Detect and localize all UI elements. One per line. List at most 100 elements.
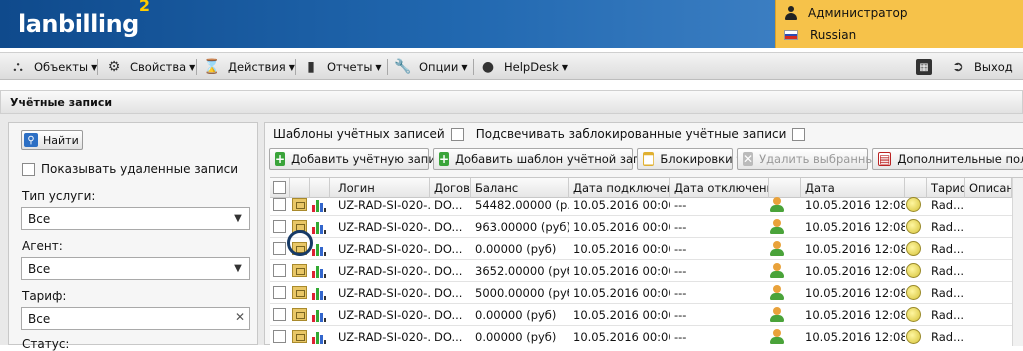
tariff-select[interactable]: Все ✕ xyxy=(21,307,250,330)
user-status-icon xyxy=(770,197,784,213)
app-logo: lanbilling2 xyxy=(18,0,150,38)
statistics-icon[interactable] xyxy=(312,330,326,344)
grid-options: Шаблоны учётных записей Подсвечивать заб… xyxy=(273,125,817,143)
gear-icon: ⚙ xyxy=(107,59,121,75)
cell-disconnected: --- xyxy=(674,264,687,278)
grid-scrollbar[interactable] xyxy=(1012,178,1023,346)
statistics-icon[interactable] xyxy=(312,198,326,212)
statistics-icon[interactable] xyxy=(312,220,326,234)
add-template-button[interactable]: + Добавить шаблон учётной записи xyxy=(433,148,662,170)
accounts-grid: Логин Догово Баланс Дата подключения Дат… xyxy=(270,177,1023,346)
row-checkbox[interactable] xyxy=(273,264,286,277)
cell-balance: 54482.00000 (р... xyxy=(475,198,569,212)
table-row[interactable]: UZ-RAD-SI-020-... DO... 3652.00000 (руб) 10… xyxy=(270,260,1023,282)
cell-date: 10.05.2016 12:08 xyxy=(805,330,905,344)
highlight-blocked-label: Подсвечивать заблокированные учётные зап… xyxy=(475,127,787,141)
table-row[interactable]: UZ-RAD-SI-020-... DO... 54482.00000 (р... 1… xyxy=(270,194,1023,216)
russia-flag-icon xyxy=(784,30,798,40)
table-row[interactable]: UZ-RAD-SI-020-... DO... 0.00000 (руб) 10.05… xyxy=(270,304,1023,326)
cell-connected: 10.05.2016 00:00 xyxy=(573,286,670,300)
user-menu[interactable]: Администратор xyxy=(784,6,908,20)
row-checkbox[interactable] xyxy=(273,286,286,299)
cell-connected: 10.05.2016 00:00 xyxy=(573,220,670,234)
exit-button[interactable]: ➲ Выход xyxy=(950,53,1013,81)
row-checkbox[interactable] xyxy=(273,308,286,321)
floppy-icon: ▦ xyxy=(916,59,932,75)
table-row[interactable]: UZ-RAD-SI-020-... DO... 0.00000 (руб) 10.05… xyxy=(270,238,1023,260)
save-icon-button[interactable]: ▦ xyxy=(916,53,940,81)
menu-divider xyxy=(473,59,474,75)
extra-fields-button[interactable]: ▤ Дополнительные поля xyxy=(872,148,1023,170)
cell-tariff: Rad... xyxy=(931,220,965,234)
blocks-button[interactable]: ■Блокировки▼ xyxy=(637,148,743,170)
account-card-icon[interactable] xyxy=(292,198,307,211)
account-card-icon[interactable] xyxy=(292,264,307,277)
menu-helpdesk[interactable]: ● HelpDesk ▼ xyxy=(480,53,568,81)
row-checkbox[interactable] xyxy=(273,220,286,233)
tariff-icon xyxy=(906,329,921,344)
row-checkbox[interactable] xyxy=(273,330,286,343)
cell-login: UZ-RAD-SI-020-... xyxy=(338,308,430,322)
menu-properties[interactable]: ⚙ Свойства ▼ xyxy=(106,53,196,81)
show-deleted-toggle[interactable]: Показывать удаленные записи xyxy=(22,162,238,176)
plus-icon: + xyxy=(439,152,450,166)
delete-selected-button[interactable]: ✕ Удалить выбранные xyxy=(737,148,882,170)
statistics-icon[interactable] xyxy=(312,308,326,322)
show-deleted-checkbox[interactable] xyxy=(22,162,35,176)
cell-tariff: Rad... xyxy=(931,286,965,300)
cell-connected: 10.05.2016 00:00 xyxy=(573,330,670,344)
cell-disconnected: --- xyxy=(674,242,687,256)
menu-divider xyxy=(295,59,296,75)
statistics-icon[interactable] xyxy=(312,242,326,256)
cell-disconnected: --- xyxy=(674,308,687,322)
highlight-blocked-checkbox[interactable] xyxy=(792,127,806,141)
account-card-icon[interactable] xyxy=(292,308,307,321)
plus-icon: + xyxy=(275,152,286,166)
user-status-icon xyxy=(770,241,784,257)
table-row[interactable]: UZ-RAD-SI-020-... DO... 5000.00000 (руб) 10… xyxy=(270,282,1023,304)
menu-divider xyxy=(196,59,197,75)
menu-options[interactable]: 🔧 Опции ▼ xyxy=(394,53,467,81)
clear-icon[interactable]: ✕ xyxy=(235,310,245,324)
menu-objects[interactable]: ⛬ Объекты ▼ xyxy=(10,53,97,81)
cell-login: UZ-RAD-SI-020-... xyxy=(338,286,430,300)
agent-label: Агент: xyxy=(22,239,63,253)
cell-balance: 3652.00000 (руб) xyxy=(475,264,569,278)
tariff-icon xyxy=(906,219,921,234)
tariff-icon xyxy=(906,197,921,212)
agent-select[interactable]: Все ▼ xyxy=(21,257,250,280)
cell-balance: 0.00000 (руб) xyxy=(475,308,557,322)
statistics-icon[interactable] xyxy=(312,286,326,300)
service-type-label: Тип услуги: xyxy=(22,189,96,203)
page-title: Учётные записи xyxy=(0,90,1023,114)
menu-actions[interactable]: ⌛ Действия ▼ xyxy=(203,53,295,81)
cell-contract: DO... xyxy=(434,308,463,322)
table-row[interactable]: UZ-RAD-SI-020-... DO... 963.00000 (руб) 10.… xyxy=(270,216,1023,238)
service-type-select[interactable]: Все ▼ xyxy=(21,207,250,230)
templates-checkbox[interactable] xyxy=(450,127,464,141)
menu-reports[interactable]: ▮ Отчеты ▼ xyxy=(303,53,381,81)
user-status-icon xyxy=(770,329,784,345)
tariff-label: Тариф: xyxy=(22,289,67,303)
table-row[interactable]: UZ-RAD-SI-020-... DO... 0.00000 (руб) 10.05… xyxy=(270,326,1023,346)
row-checkbox[interactable] xyxy=(273,198,286,211)
add-account-button[interactable]: + Добавить учётную запись xyxy=(269,148,449,170)
templates-label: Шаблоны учётных записей xyxy=(273,127,445,141)
tariff-icon xyxy=(906,285,921,300)
cell-contract: DO... xyxy=(434,220,463,234)
statistics-icon[interactable] xyxy=(312,264,326,278)
cell-disconnected: --- xyxy=(674,286,687,300)
user-status-icon xyxy=(770,285,784,301)
find-button[interactable]: ⚲ Найти xyxy=(21,130,83,150)
cell-date: 10.05.2016 12:08 xyxy=(805,220,905,234)
user-status-icon xyxy=(770,263,784,279)
cell-disconnected: --- xyxy=(674,330,687,344)
user-status-icon xyxy=(770,307,784,323)
row-checkbox[interactable] xyxy=(273,242,286,255)
language-selector[interactable]: Russian xyxy=(784,28,856,42)
user-status-icon xyxy=(770,219,784,235)
select-all-checkbox[interactable] xyxy=(273,181,286,194)
cell-contract: DO... xyxy=(434,264,463,278)
account-card-icon[interactable] xyxy=(292,330,307,343)
account-card-icon[interactable] xyxy=(292,286,307,299)
